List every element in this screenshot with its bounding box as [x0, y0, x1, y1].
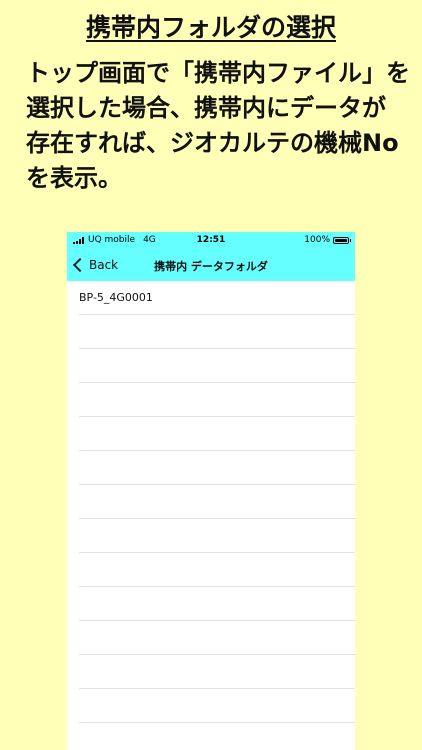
list-item[interactable]	[79, 621, 355, 655]
list-item[interactable]	[79, 315, 355, 349]
description-line: 存在すれば、ジオカルテの機械No	[26, 129, 399, 157]
list-item[interactable]	[79, 349, 355, 383]
status-bar: UQ mobile 4G 12:51 100%	[67, 232, 355, 248]
list-item[interactable]	[79, 451, 355, 485]
description: トップ画面で「携帯内ファイル」を 選択した場合、携帯内にデータが 存在すれば、ジ…	[26, 56, 410, 196]
list-item[interactable]	[79, 519, 355, 553]
list-item[interactable]	[79, 485, 355, 519]
list-item[interactable]	[79, 587, 355, 621]
nav-bar: Back 携帯内 データフォルダ	[67, 248, 355, 281]
description-line: を表示。	[26, 164, 122, 192]
battery-label: 100%	[304, 235, 330, 245]
list-item[interactable]	[79, 689, 355, 723]
description-line: トップ画面で「携帯内ファイル」を	[26, 59, 410, 87]
description-line: 選択した場合、携帯内にデータが	[26, 94, 386, 122]
folder-list: BP-5_4G0001	[67, 281, 355, 723]
battery-icon	[333, 236, 351, 244]
list-item[interactable]	[79, 655, 355, 689]
page-title: 携帯内フォルダの選択	[85, 13, 336, 42]
list-item[interactable]: BP-5_4G0001	[79, 281, 355, 315]
list-item[interactable]	[79, 553, 355, 587]
list-item[interactable]	[79, 383, 355, 417]
phone-screen: UQ mobile 4G 12:51 100% Back 携帯内 データフォルダ…	[67, 232, 355, 750]
list-item[interactable]	[79, 417, 355, 451]
nav-title: 携帯内 データフォルダ	[154, 260, 268, 273]
